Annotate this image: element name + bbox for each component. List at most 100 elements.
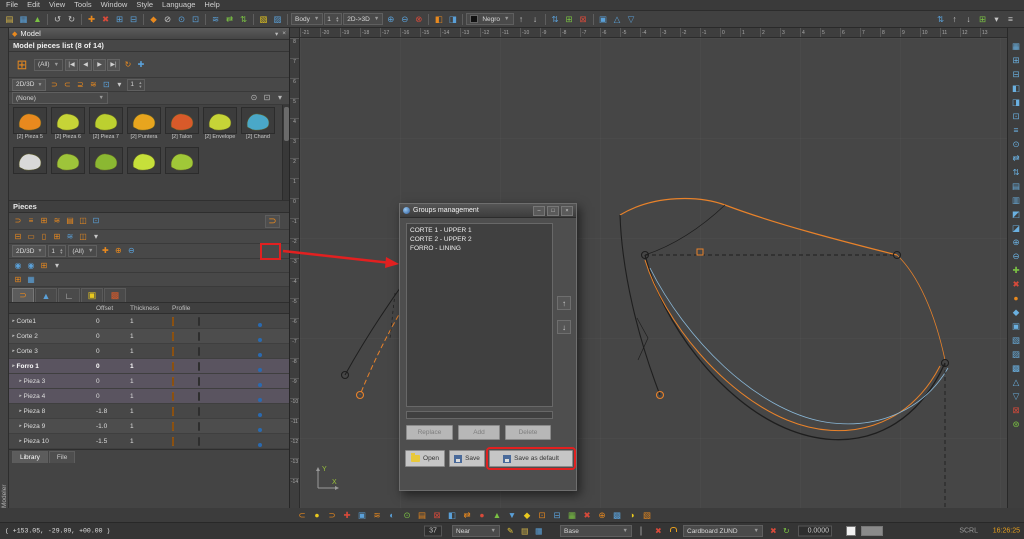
layers-icon[interactable]: ▦	[535, 527, 543, 536]
toolbar-icon[interactable]: ▾	[990, 13, 1003, 26]
menu-item[interactable]: Tools	[70, 0, 96, 10]
filter-all-combo[interactable]: (All) ▼	[34, 59, 63, 71]
toolbar-icon[interactable]: ⊞	[51, 231, 63, 243]
scrollbar-thumb[interactable]	[284, 107, 289, 141]
toolbar-icon[interactable]	[253, 14, 254, 25]
toolbar-icon[interactable]: ⊙	[248, 92, 260, 104]
color-combo[interactable]: Negro ▼	[466, 13, 513, 25]
body-combo[interactable]: Body ▼	[291, 13, 323, 25]
toolbar-icon[interactable]: ◆	[521, 509, 533, 521]
pieces-icon-tab[interactable]: ⊃	[12, 288, 34, 302]
profile-swatch[interactable]	[172, 407, 174, 416]
toolbar-icon[interactable]: ↓	[962, 13, 975, 26]
toolbar-icon[interactable]: △	[1010, 376, 1023, 389]
current-color-swatch[interactable]	[640, 527, 642, 536]
toolbar-icon[interactable]: ⇅	[1010, 166, 1023, 179]
piece-thumbnail[interactable]	[125, 147, 163, 186]
toolbar-icon[interactable]: ▯	[38, 231, 50, 243]
toolbar-icon[interactable]: ●	[311, 509, 323, 521]
toolbar-icon[interactable]: ↻	[65, 13, 78, 26]
menu-item[interactable]: View	[45, 0, 69, 10]
table-row[interactable]: ▸ Forro 1 0 1	[9, 359, 289, 374]
cancel-icon[interactable]: ✖	[770, 527, 777, 536]
group-none-combo[interactable]: (None) ▼	[12, 92, 108, 104]
toolbar-icon[interactable]: ≋	[51, 215, 63, 227]
toolbar-icon[interactable]: ▥	[1010, 194, 1023, 207]
toolbar-icon[interactable]: ◧	[1010, 82, 1023, 95]
toolbar-icon[interactable]: ▦	[17, 13, 30, 26]
groups-management-icon[interactable]: ⊃	[265, 215, 280, 228]
toolbar-icon[interactable]: ⊟	[1010, 68, 1023, 81]
profile-swatch[interactable]	[172, 332, 174, 341]
add-button[interactable]: Add	[458, 425, 500, 440]
piece-thumbnail[interactable]: [2] Pieza 5	[11, 107, 49, 146]
move-up-button[interactable]: ↑	[557, 296, 571, 310]
toolbar-icon[interactable]: ▽	[625, 13, 638, 26]
toolbar-icon[interactable]: ▼	[506, 509, 518, 521]
toolbar-icon[interactable]: ⊂	[296, 509, 308, 521]
row-expand-icon[interactable]: ▸	[19, 423, 22, 429]
visibility-icon[interactable]: ⊞	[38, 260, 50, 272]
profile-swatch[interactable]	[172, 422, 174, 431]
menu-item[interactable]: File	[2, 0, 22, 10]
toolbar-icon[interactable]: ⊙	[175, 13, 188, 26]
toolbar-icon[interactable]: ✚	[1010, 264, 1023, 277]
pieces-icon-tab[interactable]: ▣	[81, 288, 103, 302]
toolbar-icon[interactable]: ▨	[271, 13, 284, 26]
piece-thumbnail[interactable]: [2] Chand	[239, 107, 277, 146]
folder-icon[interactable]: ▤	[521, 527, 529, 536]
pieces-icon-tab[interactable]: ▲	[35, 288, 57, 302]
toolbar-icon[interactable]: ▦	[566, 509, 578, 521]
toolbar-icon[interactable]: ⊕	[112, 245, 124, 257]
toolbar-icon[interactable]: ⊞	[113, 13, 126, 26]
column-header-offset[interactable]: Offset	[96, 305, 130, 312]
toolbar-icon[interactable]: ⊡	[90, 215, 102, 227]
save-button[interactable]: Save	[449, 450, 485, 467]
material-texture[interactable]	[198, 332, 200, 341]
toolbar-icon[interactable]	[287, 14, 288, 25]
mode-spinner[interactable]: 1 ▲▼	[127, 79, 145, 91]
visibility-icon[interactable]: ◉	[25, 260, 37, 272]
toolbar-icon[interactable]: ▤	[1010, 180, 1023, 193]
row-expand-icon[interactable]: ▸	[19, 438, 22, 444]
table-row[interactable]: ▸ Pieza 4 0 1	[9, 389, 289, 404]
material-texture[interactable]	[198, 317, 200, 326]
column-header-thickness[interactable]: Thickness	[130, 305, 172, 312]
gray-swatch[interactable]	[861, 526, 883, 536]
column-header-profile[interactable]: Profile	[172, 305, 198, 312]
toolbar-icon[interactable]: ✖	[99, 13, 112, 26]
toolbar-icon[interactable]: ≡	[1010, 124, 1023, 137]
material-texture[interactable]	[198, 437, 200, 446]
menu-item[interactable]: Style	[132, 0, 157, 10]
mode-2d3d-button[interactable]: 2D/3D ▼	[12, 79, 46, 91]
toolbar-icon[interactable]: ⊡	[1010, 110, 1023, 123]
toolbar-icon[interactable]: ⊡	[261, 92, 273, 104]
toolbar-icon[interactable]: ▣	[356, 509, 368, 521]
group-name-field[interactable]	[406, 411, 553, 419]
toolbar-icon[interactable]: ⊖	[398, 13, 411, 26]
toolbar-icon[interactable]: ◨	[1010, 96, 1023, 109]
toolbar-icon[interactable]: ▤	[64, 215, 76, 227]
table-row[interactable]: ▸ Corte1 0 1	[9, 314, 289, 329]
visibility-icon[interactable]: ◉	[12, 260, 24, 272]
material-texture[interactable]	[198, 407, 200, 416]
toolbar-icon[interactable]: ▤	[3, 13, 16, 26]
toolbar-icon[interactable]: ↓	[529, 13, 542, 26]
toolbar-icon[interactable]: ⊃	[48, 79, 60, 91]
toolbar-icon[interactable]: ⊖	[1010, 250, 1023, 263]
toolbar-icon[interactable]: ⊟	[551, 509, 563, 521]
material-combo[interactable]: Cardboard ZUND ▼	[683, 525, 763, 537]
material-texture[interactable]	[198, 422, 200, 431]
toolbar-icon[interactable]	[593, 14, 594, 25]
menu-item[interactable]: Edit	[23, 0, 44, 10]
spinner-arrows-icon[interactable]: ▲▼	[138, 81, 142, 88]
toolbar-icon[interactable]: ▧	[641, 509, 653, 521]
toolbar-icon[interactable]	[545, 14, 546, 25]
menu-item[interactable]: Help	[200, 0, 223, 10]
toolbar-icon[interactable]: ✚	[135, 59, 147, 71]
pieces-list-icon[interactable]: ⊞	[12, 55, 32, 75]
toolbar-icon[interactable]: ⊙	[1010, 138, 1023, 151]
pieces-spinner[interactable]: 1 ▲▼	[48, 245, 66, 257]
toolbar-icon[interactable]	[428, 14, 429, 25]
toolbar-icon[interactable]: ⊘	[161, 13, 174, 26]
